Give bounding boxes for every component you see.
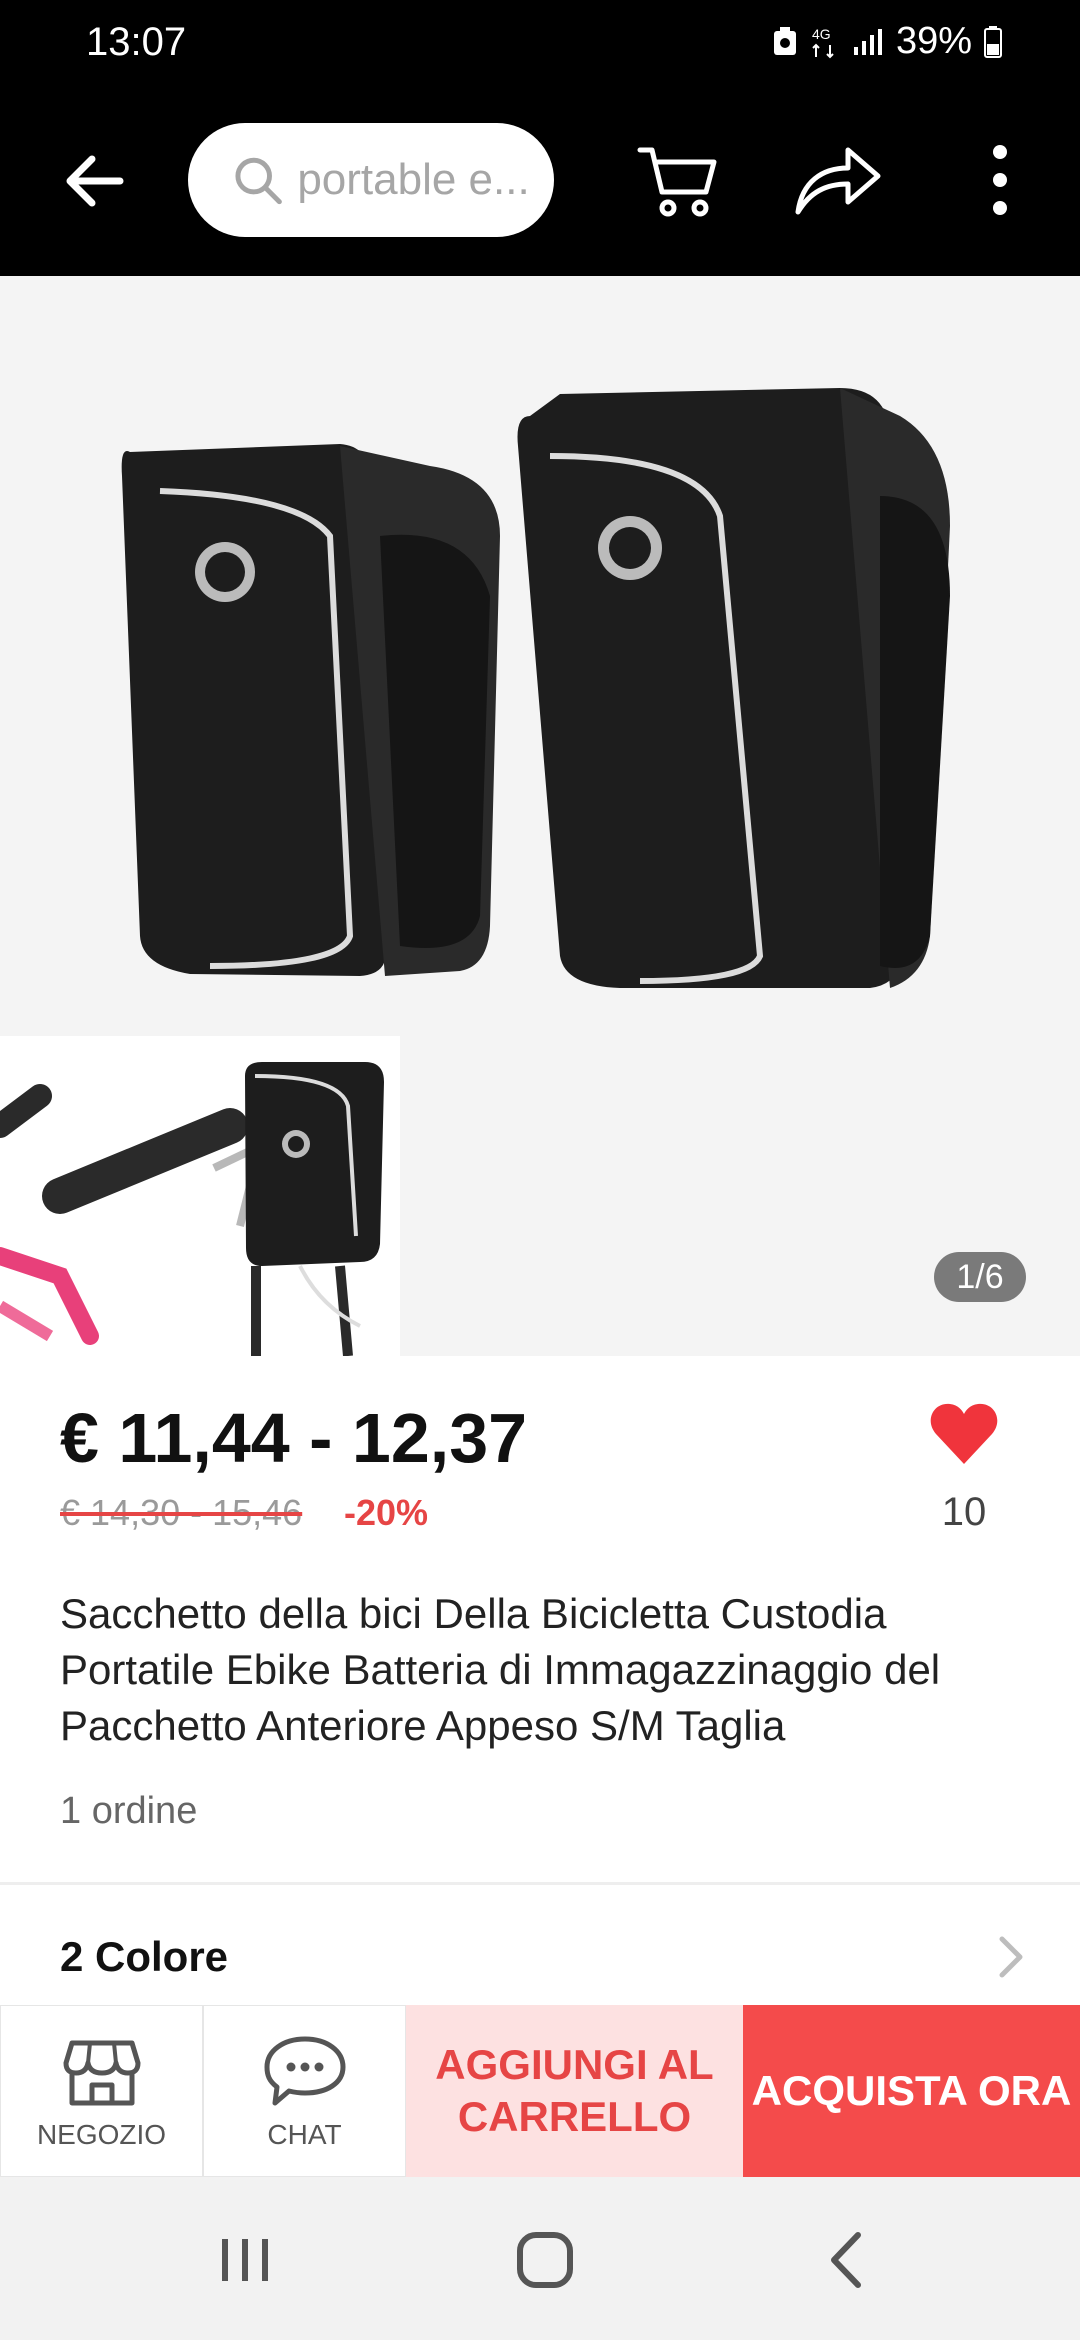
more-vertical-icon[interactable] [978,138,1022,222]
buy-now-button[interactable]: ACQUISTA ORA [743,2005,1080,2177]
cart-icon[interactable] [636,138,720,222]
status-bar: 13:07 4G 39% [0,0,1080,86]
home-icon[interactable] [516,2231,574,2289]
heart-icon[interactable] [928,1398,1000,1470]
search-placeholder: portable e... [297,155,530,204]
color-variant-label: 2 Colore [60,1933,229,1980]
recent-apps-icon[interactable] [218,2235,272,2285]
chat-label: CHAT [267,2119,342,2150]
chat-button[interactable]: CHAT [203,2005,406,2177]
discount-badge: -20% [344,1492,429,1533]
original-price: € 14,30 - 15,46 [60,1492,303,1533]
status-time: 13:07 [86,20,187,64]
system-navigation-bar [0,2177,1080,2340]
top-app-bar: portable e... [0,86,1080,276]
add-to-cart-button[interactable]: AGGIUNGI AL CARRELLO [406,2005,743,2177]
store-button[interactable]: NEGOZIO [0,2005,203,2177]
search-icon [235,157,282,205]
store-icon [63,2040,140,2106]
battery-percent: 39% [895,20,972,62]
store-label: NEGOZIO [36,2119,167,2150]
product-image [0,276,1080,1356]
network-4g-icon: 4G [812,26,834,58]
share-icon[interactable] [792,142,882,218]
bottom-action-bar: NEGOZIO CHAT AGGIUNGI AL CARRELLO ACQUIS… [0,2005,1080,2177]
recycle-icon [773,26,796,55]
svg-text:4G: 4G [812,26,831,42]
signal-icon [853,28,882,55]
product-price: € 11,44 - 12,37 [60,1399,528,1477]
search-bar[interactable]: portable e... [188,123,554,237]
status-icons: 4G 39% [772,20,1002,63]
wishlist-count: 10 [941,1490,987,1534]
image-counter: 1/6 [934,1252,1026,1302]
orders-count: 1 ordine [60,1790,198,1832]
battery-icon [984,25,1002,58]
chevron-right-icon [999,1936,1023,1978]
product-title: Sacchetto della bici Della Bicicletta Cu… [60,1590,941,1749]
color-variant-row[interactable]: 2 Colore [0,1885,1080,2005]
back-arrow-icon[interactable] [60,146,130,216]
chat-icon [264,2036,345,2106]
system-back-icon[interactable] [826,2231,866,2289]
product-image-gallery[interactable]: 1/6 [0,276,1080,1356]
